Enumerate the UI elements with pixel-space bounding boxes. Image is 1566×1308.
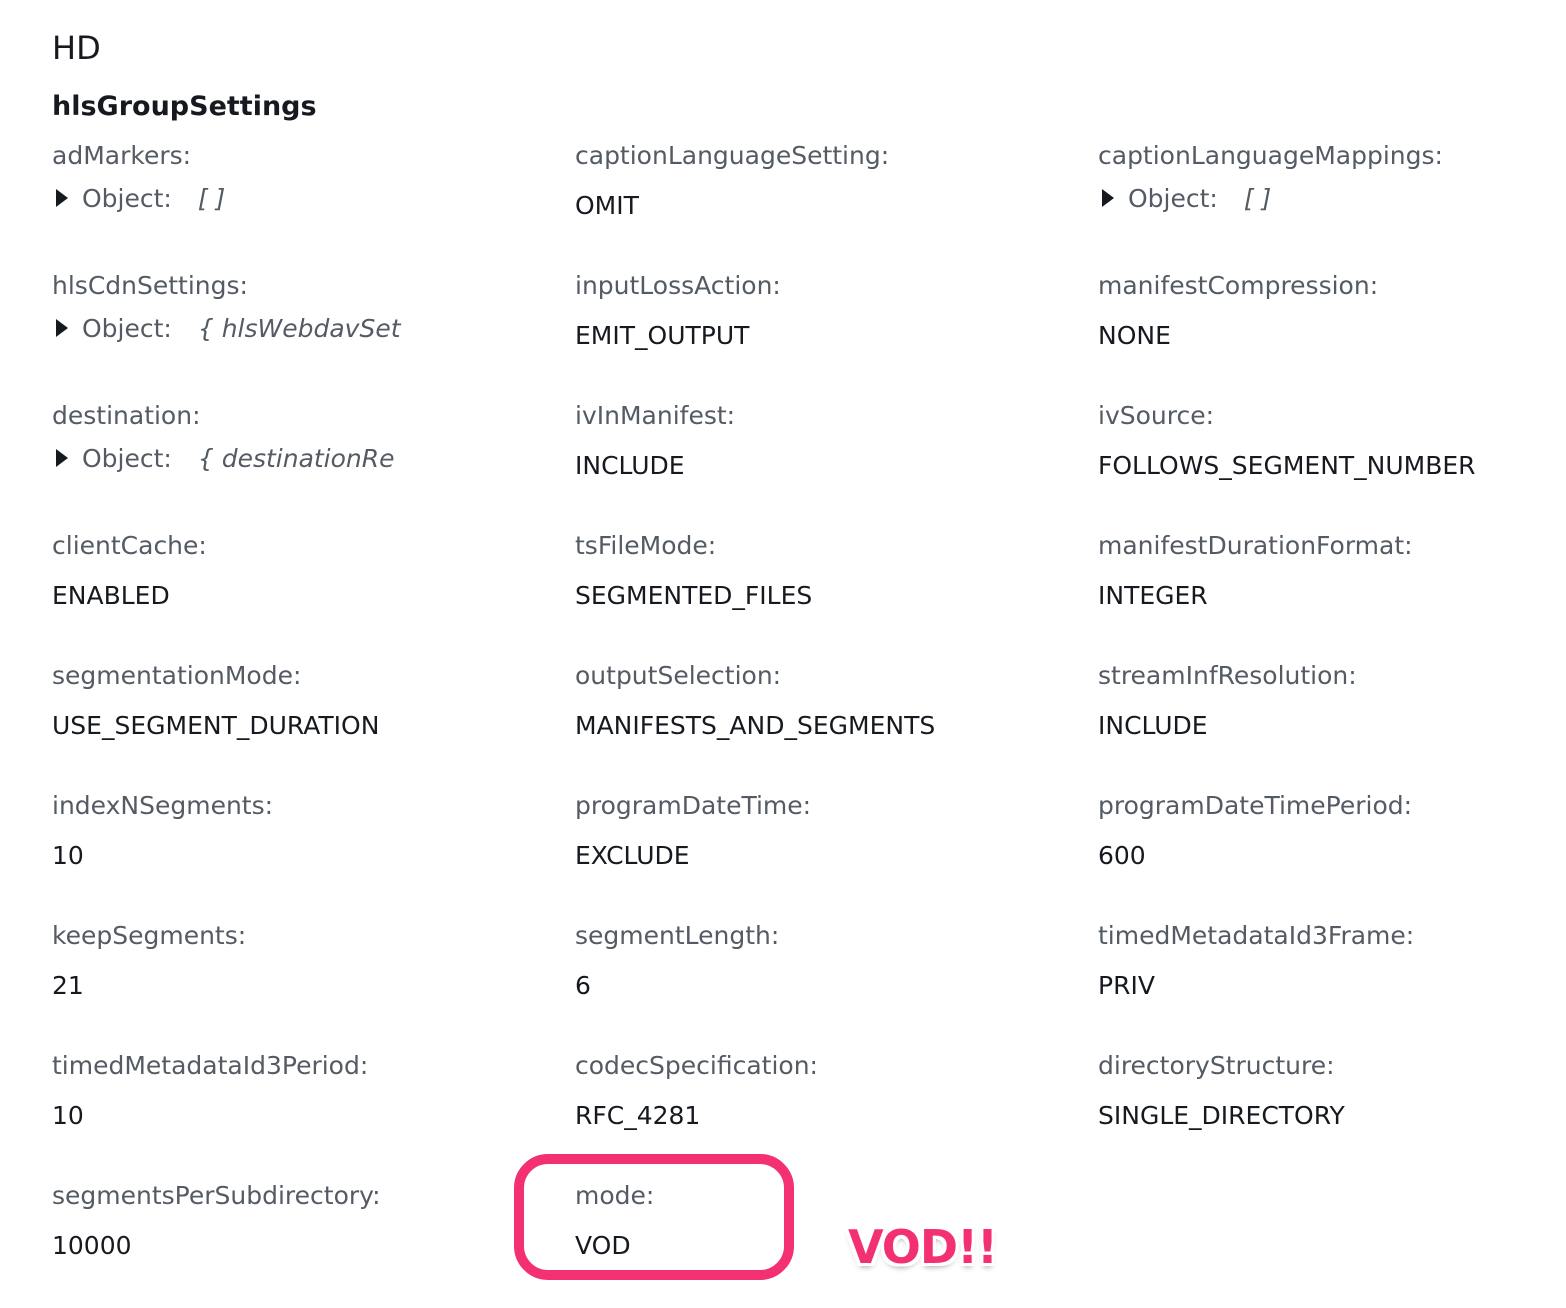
field-iv-source: ivSource: FOLLOWS_SEGMENT_NUMBER (1098, 398, 1552, 528)
field-manifest-compression: manifestCompression: NONE (1098, 268, 1552, 398)
field-label: timedMetadataId3Frame: (1098, 921, 1415, 950)
field-value: RFC_4281 (575, 1101, 701, 1130)
field-value: OMIT (575, 191, 639, 220)
field-value: INCLUDE (1098, 711, 1208, 740)
object-type-label: Object: (82, 183, 172, 213)
caret-right-icon[interactable] (56, 449, 68, 467)
field-label: hlsCdnSettings: (52, 271, 248, 300)
group-title: hlsGroupSettings (52, 91, 317, 122)
field-label: codecSpecification: (575, 1051, 818, 1080)
field-destination: destination: Object: { destinationRe (52, 398, 575, 528)
field-label: segmentsPerSubdirectory: (52, 1181, 381, 1210)
object-preview: { hlsWebdavSet (197, 313, 401, 343)
field-program-date-time-period: programDateTimePeriod: 600 (1098, 788, 1552, 918)
settings-grid: adMarkers: Object: [ ] captionLanguageSetti… (52, 138, 1552, 1308)
field-label: outputSelection: (575, 661, 782, 690)
caret-right-icon[interactable] (56, 319, 68, 337)
field-label: directoryStructure: (1098, 1051, 1335, 1080)
field-value: 10 (52, 1101, 84, 1130)
field-label: programDateTime: (575, 791, 812, 820)
field-value: INTEGER (1098, 581, 1208, 610)
field-program-date-time: programDateTime: EXCLUDE (575, 788, 1098, 918)
object-expander[interactable]: Object: { destinationRe (52, 438, 575, 478)
field-label: segmentLength: (575, 921, 780, 950)
field-label: adMarkers: (52, 141, 192, 170)
field-label: keepSegments: (52, 921, 247, 950)
field-segments-per-subdirectory: segmentsPerSubdirectory: 10000 (52, 1178, 575, 1308)
field-value: MANIFESTS_AND_SEGMENTS (575, 711, 936, 740)
field-segmentation-mode: segmentationMode: USE_SEGMENT_DURATION (52, 658, 575, 788)
field-label: tsFileMode: (575, 531, 717, 560)
field-value: PRIV (1098, 971, 1155, 1000)
field-label: clientCache: (52, 531, 207, 560)
highlight-annotation-box (514, 1154, 794, 1280)
field-label: ivSource: (1098, 401, 1215, 430)
field-manifest-duration-format: manifestDurationFormat: INTEGER (1098, 528, 1552, 658)
field-label: programDateTimePeriod: (1098, 791, 1413, 820)
field-label: segmentationMode: (52, 661, 302, 690)
field-label: destination: (52, 401, 201, 430)
field-caption-language-mappings: captionLanguageMappings: Object: [ ] (1098, 138, 1552, 268)
callout-annotation: VOD!! (848, 1220, 998, 1274)
field-segment-length: segmentLength: 6 (575, 918, 1098, 1048)
field-iv-in-manifest: ivInManifest: INCLUDE (575, 398, 1098, 528)
field-timed-metadata-id3-frame: timedMetadataId3Frame: PRIV (1098, 918, 1552, 1048)
field-output-selection: outputSelection: MANIFESTS_AND_SEGMENTS (575, 658, 1098, 788)
field-value: EXCLUDE (575, 841, 690, 870)
field-value: 10 (52, 841, 84, 870)
field-client-cache: clientCache: ENABLED (52, 528, 575, 658)
object-preview: [ ] (1243, 183, 1272, 213)
field-directory-structure: directoryStructure: SINGLE_DIRECTORY (1098, 1048, 1552, 1178)
field-label: captionLanguageSetting: (575, 141, 890, 170)
object-preview: [ ] (197, 183, 226, 213)
field-value: SEGMENTED_FILES (575, 581, 813, 610)
field-value: INCLUDE (575, 451, 685, 480)
field-timed-metadata-id3-period: timedMetadataId3Period: 10 (52, 1048, 575, 1178)
field-label: inputLossAction: (575, 271, 781, 300)
object-expander[interactable]: Object: [ ] (52, 178, 575, 218)
object-preview: { destinationRe (197, 443, 395, 473)
field-value: ENABLED (52, 581, 170, 610)
field-value: 6 (575, 971, 591, 1000)
field-input-loss-action: inputLossAction: EMIT_OUTPUT (575, 268, 1098, 398)
caret-right-icon[interactable] (56, 189, 68, 207)
field-value: EMIT_OUTPUT (575, 321, 750, 350)
field-label: manifestDurationFormat: (1098, 531, 1413, 560)
field-value: SINGLE_DIRECTORY (1098, 1101, 1345, 1130)
object-type-label: Object: (82, 313, 172, 343)
field-label: manifestCompression: (1098, 271, 1379, 300)
field-label: indexNSegments: (52, 791, 274, 820)
field-label: ivInManifest: (575, 401, 736, 430)
field-value: 10000 (52, 1231, 132, 1260)
section-title: HD (52, 29, 101, 67)
field-label: streamInfResolution: (1098, 661, 1357, 690)
field-value: USE_SEGMENT_DURATION (52, 711, 380, 740)
object-type-label: Object: (1128, 183, 1218, 213)
field-caption-language-setting: captionLanguageSetting: OMIT (575, 138, 1098, 268)
field-label: timedMetadataId3Period: (52, 1051, 369, 1080)
caret-right-icon[interactable] (1102, 189, 1114, 207)
field-index-nsegments: indexNSegments: 10 (52, 788, 575, 918)
object-expander[interactable]: Object: [ ] (1098, 178, 1552, 218)
object-expander[interactable]: Object: { hlsWebdavSet (52, 308, 575, 348)
field-stream-inf-resolution: streamInfResolution: INCLUDE (1098, 658, 1552, 788)
field-ad-markers: adMarkers: Object: [ ] (52, 138, 575, 268)
field-value: NONE (1098, 321, 1171, 350)
field-hls-cdn-settings: hlsCdnSettings: Object: { hlsWebdavSet (52, 268, 575, 398)
field-value: FOLLOWS_SEGMENT_NUMBER (1098, 451, 1476, 480)
object-type-label: Object: (82, 443, 172, 473)
field-label: captionLanguageMappings: (1098, 141, 1443, 170)
field-ts-file-mode: tsFileMode: SEGMENTED_FILES (575, 528, 1098, 658)
field-keep-segments: keepSegments: 21 (52, 918, 575, 1048)
field-value: 21 (52, 971, 84, 1000)
field-value: 600 (1098, 841, 1146, 870)
